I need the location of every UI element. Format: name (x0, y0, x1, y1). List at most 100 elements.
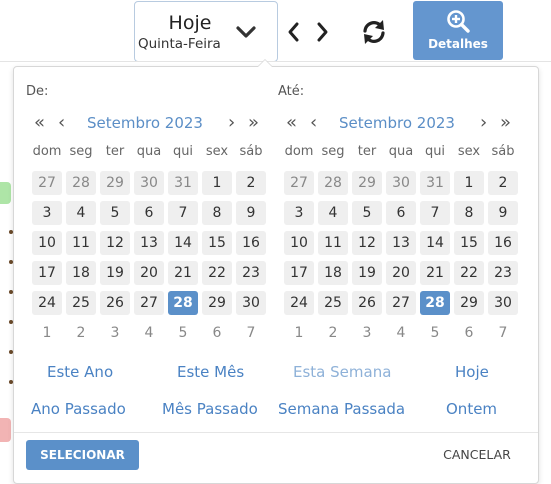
day-cell[interactable]: 6 (386, 201, 416, 225)
day-cell[interactable]: 27 (32, 171, 62, 195)
day-cell[interactable]: 8 (202, 201, 232, 225)
day-cell[interactable]: 7 (488, 321, 518, 345)
day-cell[interactable]: 19 (100, 261, 130, 285)
day-cell[interactable]: 27 (386, 291, 416, 315)
prev-year-icon[interactable]: « (34, 114, 45, 132)
day-cell[interactable]: 25 (318, 291, 348, 315)
day-cell[interactable]: 27 (284, 171, 314, 195)
day-cell[interactable]: 23 (236, 261, 266, 285)
day-cell[interactable]: 6 (454, 321, 484, 345)
day-cell[interactable]: 25 (66, 291, 96, 315)
day-cell[interactable]: 4 (318, 201, 348, 225)
day-cell[interactable]: 3 (32, 201, 62, 225)
day-cell[interactable]: 29 (202, 291, 232, 315)
from-month-title[interactable]: Setembro 2023 (71, 114, 219, 132)
selected-day-cell[interactable]: 28 (420, 291, 450, 315)
day-cell[interactable]: 13 (134, 231, 164, 255)
day-cell[interactable]: 2 (66, 321, 96, 345)
cancel-button[interactable]: CANCELAR (422, 440, 532, 470)
day-cell[interactable]: 28 (66, 171, 96, 195)
day-cell[interactable]: 3 (284, 201, 314, 225)
day-cell[interactable]: 1 (454, 171, 484, 195)
date-selector[interactable]: Hoje Quinta-Feira (134, 1, 278, 62)
day-cell[interactable]: 14 (168, 231, 198, 255)
day-cell[interactable]: 5 (352, 201, 382, 225)
day-cell[interactable]: 30 (488, 291, 518, 315)
day-cell[interactable]: 16 (236, 231, 266, 255)
next-month-icon[interactable]: › (228, 114, 235, 132)
day-cell[interactable]: 3 (100, 321, 130, 345)
day-cell[interactable]: 16 (488, 231, 518, 255)
day-cell[interactable]: 17 (284, 261, 314, 285)
day-cell[interactable]: 7 (236, 321, 266, 345)
day-cell[interactable]: 18 (318, 261, 348, 285)
next-year-icon[interactable]: » (500, 114, 511, 132)
day-cell[interactable]: 13 (386, 231, 416, 255)
range-last-month[interactable]: Mês Passado (162, 400, 258, 418)
day-cell[interactable]: 21 (168, 261, 198, 285)
day-cell[interactable]: 6 (134, 201, 164, 225)
day-cell[interactable]: 24 (284, 291, 314, 315)
day-cell[interactable]: 22 (454, 261, 484, 285)
day-cell[interactable]: 4 (386, 321, 416, 345)
to-month-title[interactable]: Setembro 2023 (323, 114, 471, 132)
day-cell[interactable]: 23 (488, 261, 518, 285)
day-cell[interactable]: 10 (32, 231, 62, 255)
day-cell[interactable]: 5 (100, 201, 130, 225)
day-cell[interactable]: 30 (134, 171, 164, 195)
day-cell[interactable]: 22 (202, 261, 232, 285)
day-cell[interactable]: 15 (454, 231, 484, 255)
day-cell[interactable]: 12 (100, 231, 130, 255)
day-cell[interactable]: 21 (420, 261, 450, 285)
range-today[interactable]: Hoje (455, 363, 489, 381)
day-cell[interactable]: 31 (168, 171, 198, 195)
day-cell[interactable]: 20 (386, 261, 416, 285)
next-month-icon[interactable]: › (480, 114, 487, 132)
day-cell[interactable]: 8 (454, 201, 484, 225)
day-cell[interactable]: 30 (236, 291, 266, 315)
day-cell[interactable]: 1 (202, 171, 232, 195)
day-cell[interactable]: 18 (66, 261, 96, 285)
details-button[interactable]: Detalhes (413, 1, 503, 60)
day-cell[interactable]: 3 (352, 321, 382, 345)
day-cell[interactable]: 5 (420, 321, 450, 345)
prev-month-icon[interactable]: ‹ (310, 114, 317, 132)
range-yesterday[interactable]: Ontem (446, 400, 497, 418)
day-cell[interactable]: 4 (134, 321, 164, 345)
day-cell[interactable]: 29 (454, 291, 484, 315)
day-cell[interactable]: 28 (318, 171, 348, 195)
range-last-year[interactable]: Ano Passado (31, 400, 126, 418)
prev-next-arrows-icon[interactable] (287, 21, 331, 43)
day-cell[interactable]: 29 (100, 171, 130, 195)
day-cell[interactable]: 20 (134, 261, 164, 285)
day-cell[interactable]: 1 (32, 321, 62, 345)
day-cell[interactable]: 12 (352, 231, 382, 255)
day-cell[interactable]: 26 (352, 291, 382, 315)
day-cell[interactable]: 7 (420, 201, 450, 225)
day-cell[interactable]: 19 (352, 261, 382, 285)
day-cell[interactable]: 9 (488, 201, 518, 225)
day-cell[interactable]: 2 (318, 321, 348, 345)
day-cell[interactable]: 7 (168, 201, 198, 225)
day-cell[interactable]: 29 (352, 171, 382, 195)
day-cell[interactable]: 2 (236, 171, 266, 195)
prev-month-icon[interactable]: ‹ (58, 114, 65, 132)
range-this-year[interactable]: Este Ano (47, 363, 113, 381)
selected-day-cell[interactable]: 28 (168, 291, 198, 315)
day-cell[interactable]: 14 (420, 231, 450, 255)
day-cell[interactable]: 6 (202, 321, 232, 345)
day-cell[interactable]: 17 (32, 261, 62, 285)
day-cell[interactable]: 11 (66, 231, 96, 255)
day-cell[interactable]: 15 (202, 231, 232, 255)
prev-year-icon[interactable]: « (286, 114, 297, 132)
day-cell[interactable]: 24 (32, 291, 62, 315)
range-this-week[interactable]: Esta Semana (293, 363, 391, 381)
chevron-down-icon[interactable] (235, 24, 257, 40)
day-cell[interactable]: 5 (168, 321, 198, 345)
day-cell[interactable]: 11 (318, 231, 348, 255)
refresh-icon[interactable] (360, 18, 388, 46)
day-cell[interactable]: 1 (284, 321, 314, 345)
day-cell[interactable]: 30 (386, 171, 416, 195)
range-this-month[interactable]: Este Mês (177, 363, 244, 381)
day-cell[interactable]: 9 (236, 201, 266, 225)
